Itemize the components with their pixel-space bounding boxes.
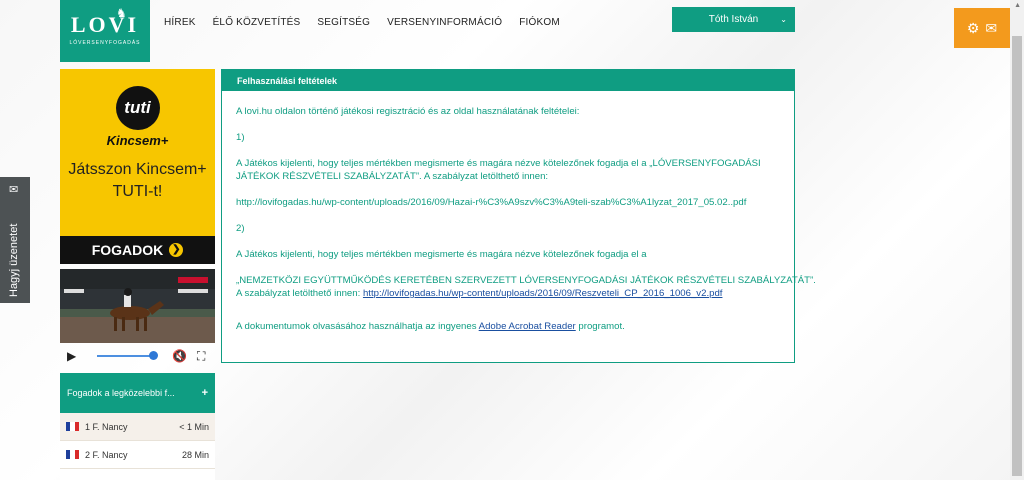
section-1-text: A Játékos kijelenti, hogy teljes mértékb… bbox=[236, 158, 761, 182]
ad-line-2: TUTI-t! bbox=[112, 183, 163, 200]
envelope-icon[interactable]: ✉ bbox=[985, 20, 997, 37]
france-flag-icon bbox=[66, 422, 79, 431]
envelope-icon: ✉ bbox=[9, 184, 19, 196]
logo-subtitle: LÓVERSENYFOGADÁS bbox=[69, 40, 141, 46]
section-1-number: 1) bbox=[236, 132, 245, 143]
acrobat-note-post: programot. bbox=[578, 321, 625, 332]
race-label: 1 F. Nancy bbox=[85, 421, 128, 432]
scroll-up-arrow-icon[interactable]: ▲ bbox=[1014, 2, 1021, 9]
race-label: 2 F. Nancy bbox=[85, 449, 128, 460]
gear-icon[interactable]: ⚙ bbox=[967, 20, 980, 37]
terms-body: A lovi.hu oldalon történő játékosi regis… bbox=[222, 105, 816, 333]
upcoming-races-widget: Fogadok a legközelebbi f... + 1 F. Nancy… bbox=[60, 373, 215, 480]
section-2-quote: „NEMZETKÖZI EGYÜTTMŰKÖDÉS KERETÉBEN SZER… bbox=[236, 275, 816, 286]
feedback-label: Hagyj üzenetet bbox=[8, 223, 20, 297]
section-2-download: A szabályzat letölthető innen: http://lo… bbox=[236, 287, 780, 300]
france-flag-icon bbox=[66, 450, 79, 459]
terms-intro: A lovi.hu oldalon történő játékosi regis… bbox=[236, 106, 580, 117]
user-name: Tóth István bbox=[708, 14, 759, 25]
upcoming-races-title: Fogadok a legközelebbi f... bbox=[67, 388, 175, 398]
race-video-frame bbox=[60, 269, 215, 343]
expand-plus-icon[interactable]: + bbox=[202, 387, 208, 399]
fullscreen-icon[interactable]: ⛶ bbox=[197, 349, 205, 364]
race-time: 28 Min bbox=[181, 449, 209, 460]
section-1-url: http://lovifogadas.hu/wp-content/uploads… bbox=[236, 197, 747, 208]
user-menu-button[interactable]: Tóth István ⌄ bbox=[672, 7, 795, 32]
site-logo[interactable]: ♞ LOVI LÓVERSENYFOGADÁS bbox=[60, 0, 150, 62]
arrow-right-icon: ❯ bbox=[169, 243, 184, 257]
nav-elo-kozvetites[interactable]: ÉLŐ KÖZVETÍTÉS bbox=[213, 17, 301, 28]
acrobat-note-pre: A dokumentumok olvasásához használhatja … bbox=[236, 321, 477, 332]
kincsem-tuti-ad[interactable]: tuti Kincsem+ Játsszon Kincsem+ TUTI-t! … bbox=[60, 69, 215, 264]
panel-title: Felhasználási feltételek bbox=[222, 70, 794, 91]
volume-slider-knob[interactable] bbox=[149, 351, 158, 360]
tuti-logo: tuti bbox=[115, 86, 160, 130]
video-controls: ▶ 🔇 ⛶ bbox=[60, 345, 215, 367]
contact-badge[interactable]: ⚙ ✉ bbox=[954, 8, 1010, 48]
nav-segitseg[interactable]: SEGÍTSÉG bbox=[317, 17, 370, 28]
fogadok-label: FOGADOK bbox=[91, 242, 164, 258]
race-time: < 1 Min bbox=[179, 421, 209, 432]
acrobat-reader-link[interactable]: Adobe Acrobat Reader bbox=[479, 321, 576, 332]
scroll-thumb[interactable] bbox=[1012, 36, 1022, 476]
nav-fiokom[interactable]: FIÓKOM bbox=[519, 17, 560, 28]
nav-versenyinformacio[interactable]: VERSENYINFORMÁCIÓ bbox=[387, 17, 502, 28]
section-2-download-label: A szabályzat letölthető innen: bbox=[236, 288, 361, 299]
nav-hirek[interactable]: HÍREK bbox=[164, 17, 196, 28]
acrobat-note: A dokumentumok olvasásához használhatja … bbox=[236, 320, 780, 333]
kincsem-brand: Kincsem+ bbox=[106, 133, 169, 148]
live-video-player[interactable] bbox=[60, 269, 215, 343]
main-nav: HÍREK ÉLŐ KÖZVETÍTÉS SEGÍTSÉG VERSENYINF… bbox=[164, 17, 560, 28]
race-row[interactable]: 1 F. Nancy < 1 Min bbox=[60, 413, 215, 441]
volume-slider-track[interactable] bbox=[97, 355, 155, 357]
horse-logo-icon: ♞ bbox=[116, 6, 127, 20]
terms-panel: Felhasználási feltételek A lovi.hu oldal… bbox=[221, 69, 816, 363]
upcoming-races-header[interactable]: Fogadok a legközelebbi f... + bbox=[60, 373, 215, 413]
fogadok-button[interactable]: FOGADOK ❯ bbox=[60, 236, 215, 264]
feedback-tab[interactable]: ✉ Hagyj üzenetet bbox=[0, 177, 30, 303]
section-2-download-link[interactable]: http://lovifogadas.hu/wp-content/uploads… bbox=[363, 288, 723, 299]
mute-icon[interactable]: 🔇 bbox=[172, 349, 187, 363]
race-row[interactable]: 2 F. Nancy 28 Min bbox=[60, 441, 215, 469]
section-2-number: 2) bbox=[236, 223, 245, 234]
ad-line-1: Játsszon Kincsem+ bbox=[68, 161, 207, 178]
logo-title: LOVI bbox=[70, 12, 140, 37]
page-scrollbar[interactable]: ▲ bbox=[1010, 0, 1024, 480]
chevron-down-icon: ⌄ bbox=[780, 15, 787, 24]
section-2-text: A Játékos kijelenti, hogy teljes mértékb… bbox=[236, 249, 647, 260]
play-icon[interactable]: ▶ bbox=[67, 349, 76, 363]
